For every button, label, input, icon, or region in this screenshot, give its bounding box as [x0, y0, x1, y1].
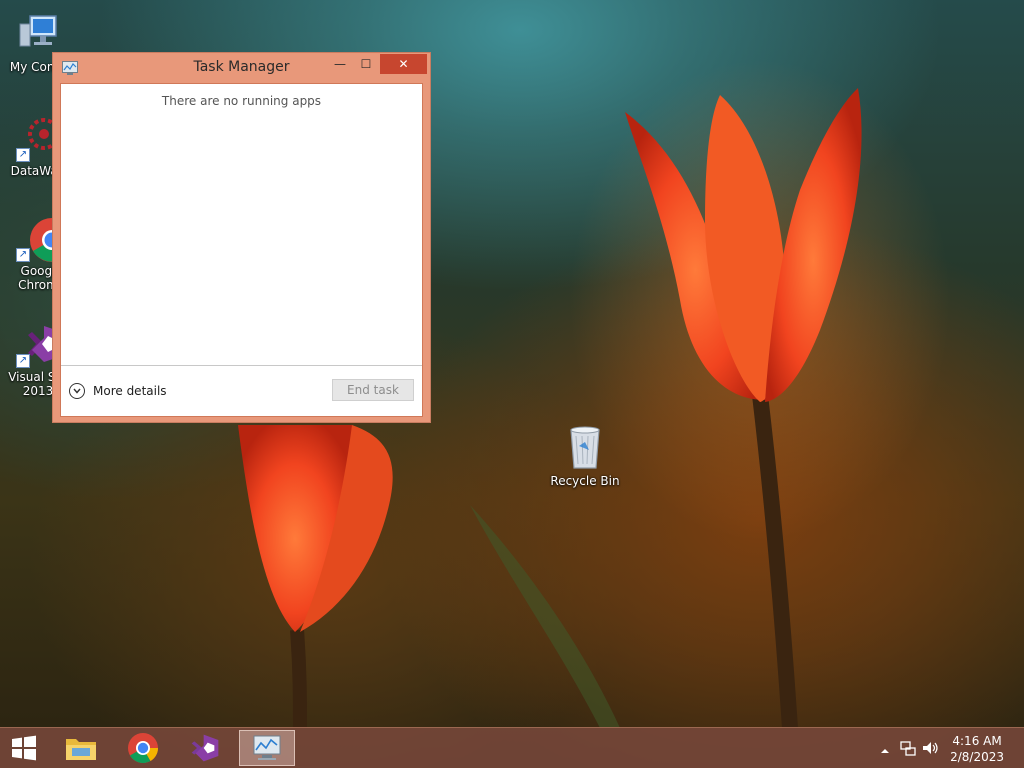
taskbar: 4:16 AM 2/8/2023 — [0, 727, 1024, 768]
task-manager-window[interactable]: Task Manager — ☐ ✕ There are no running … — [52, 52, 431, 423]
task-manager-footer: More details End task — [61, 365, 422, 416]
visual-studio-icon — [191, 734, 219, 762]
show-hidden-icons-button[interactable] — [880, 741, 890, 760]
more-details-label: More details — [93, 384, 167, 398]
volume-icon[interactable] — [922, 740, 940, 760]
close-button[interactable]: ✕ — [380, 54, 427, 74]
minimize-button[interactable]: — — [327, 54, 353, 74]
chrome-icon — [128, 733, 158, 764]
task-manager-icon — [253, 735, 281, 760]
shortcut-arrow-icon: ↗ — [16, 354, 30, 368]
start-button[interactable] — [0, 728, 48, 768]
maximize-icon: ☐ — [360, 57, 372, 71]
taskbar-google-chrome[interactable] — [115, 730, 171, 766]
more-details-toggle[interactable]: More details — [69, 381, 167, 401]
folder-icon — [66, 739, 96, 760]
clock-date: 2/8/2023 — [950, 750, 1004, 764]
close-icon: ✕ — [398, 57, 409, 71]
chevron-down-icon — [69, 383, 85, 399]
shortcut-arrow-icon: ↗ — [16, 248, 30, 262]
desktop-icon-label: Recycle Bin — [550, 474, 620, 488]
clock-time: 4:16 AM — [952, 734, 1002, 748]
taskbar-task-manager[interactable] — [239, 730, 295, 766]
network-icon[interactable] — [900, 740, 916, 760]
clock[interactable]: 4:16 AM 2/8/2023 — [950, 733, 1004, 765]
recycle-bin-icon — [561, 424, 609, 472]
chevron-up-icon — [881, 749, 889, 753]
computer-icon — [14, 10, 62, 58]
taskbar-visual-studio[interactable] — [177, 730, 233, 766]
shortcut-arrow-icon: ↗ — [16, 148, 30, 162]
empty-apps-message: There are no running apps — [161, 94, 322, 108]
desktop: My Comp ↗ DataWag ↗ Googl Chrom ↗ Visual… — [0, 0, 1024, 768]
maximize-button[interactable]: ☐ — [353, 54, 379, 74]
minimize-icon: — — [334, 57, 346, 71]
windows-logo-icon — [12, 735, 36, 761]
system-tray: 4:16 AM 2/8/2023 — [864, 728, 1024, 768]
title-bar[interactable]: Task Manager — ☐ ✕ — [53, 53, 430, 83]
task-manager-content: There are no running apps More details E… — [60, 83, 423, 417]
taskbar-file-explorer[interactable] — [53, 730, 109, 766]
desktop-icon-recycle-bin[interactable]: Recycle Bin — [547, 424, 623, 488]
end-task-button[interactable]: End task — [332, 379, 414, 401]
